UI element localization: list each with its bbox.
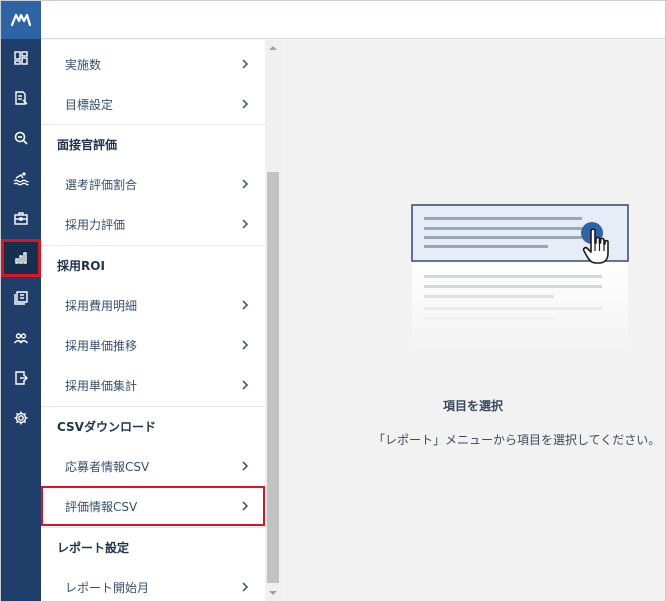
menu-item-applicant-csv[interactable]: 応募者情報CSV [41, 446, 265, 486]
chevron-right-icon [242, 219, 249, 229]
menu-item-label: 応募者情報CSV [65, 459, 150, 474]
rail-export-button[interactable] [1, 359, 41, 397]
menu-item-unit-cost-summary[interactable]: 採用単価集計 [41, 365, 265, 405]
rail-tickets-button[interactable] [1, 279, 41, 317]
gear-icon [14, 411, 28, 425]
menu-item-label: 評価情報CSV [65, 499, 138, 514]
triangle-down-icon [269, 591, 277, 595]
menu-item-hiring-power[interactable]: 採用力評価 [41, 204, 265, 244]
menu-item-label: 選考評価割合 [65, 177, 138, 192]
menu-item-label: 採用単価推移 [65, 338, 138, 353]
chevron-right-icon [242, 99, 249, 109]
icon-rail [1, 1, 41, 601]
chevron-right-icon [242, 340, 249, 350]
menu-item-selection-ratio[interactable]: 選考評価割合 [41, 164, 265, 204]
menu-item-goal-setting[interactable]: 目標設定 [41, 84, 265, 124]
section-label: レポート設定 [57, 541, 130, 555]
tickets-icon [14, 291, 28, 305]
scroll-down-arrow[interactable] [265, 585, 281, 601]
menu-item-unit-cost-trend[interactable]: 採用単価推移 [41, 325, 265, 365]
bar-chart-icon [15, 252, 27, 264]
menu-item-cost-details[interactable]: 採用費用明細 [41, 285, 265, 325]
menu-item-label: 実施数 [65, 57, 102, 72]
export-icon [15, 371, 28, 385]
section-csv-download: CSVダウンロード [41, 406, 265, 446]
swimmer-icon [13, 172, 29, 186]
menu-item-label: 目標設定 [65, 97, 114, 112]
empty-state-title: 項目を選択 [442, 399, 503, 413]
chevron-right-icon [242, 582, 249, 592]
rail-document-button[interactable] [1, 79, 41, 117]
triangle-up-icon [269, 46, 277, 50]
menu-item-label: レポート開始月 [65, 580, 150, 595]
rail-briefcase-button[interactable] [1, 199, 41, 237]
menu-item-report-start-month[interactable]: レポート開始月 [41, 567, 265, 601]
briefcase-icon [14, 212, 28, 225]
search-icon [14, 131, 28, 145]
top-header [41, 1, 665, 39]
report-content-area: 項目を選択 「レポート」メニューから項目を選択してください。 [281, 40, 665, 601]
chevron-right-icon [242, 501, 249, 511]
rail-settings-button[interactable] [1, 399, 41, 437]
section-label: 面接官評価 [57, 138, 118, 152]
rail-users-button[interactable] [1, 319, 41, 357]
rail-dashboard-button[interactable] [1, 39, 41, 77]
section-interviewer-evaluation: 面接官評価 [41, 124, 265, 164]
menu-item-implementation-count[interactable]: 実施数 [41, 44, 265, 84]
chevron-right-icon [242, 461, 249, 471]
menu-item-label: 採用力評価 [65, 217, 126, 232]
report-menu: 実施数 目標設定 面接官評価 選考評価割合 採用力評価 採用ROI 採用費用明細… [41, 40, 265, 601]
menu-item-label: 採用単価集計 [65, 378, 138, 393]
section-label: CSVダウンロード [57, 420, 156, 434]
section-hiring-roi: 採用ROI [41, 245, 265, 285]
users-icon [13, 333, 29, 344]
rail-swim-button[interactable] [1, 159, 41, 197]
select-item-illustration [411, 204, 629, 353]
section-label: 採用ROI [57, 259, 105, 273]
chevron-right-icon [242, 59, 249, 69]
rail-report-button[interactable] [1, 239, 41, 277]
section-report-settings: レポート設定 [41, 527, 265, 567]
menu-item-label: 採用費用明細 [65, 298, 138, 313]
scroll-up-arrow[interactable] [265, 40, 281, 56]
chevron-right-icon [242, 300, 249, 310]
chevron-right-icon [242, 380, 249, 390]
empty-state-description: 「レポート」メニューから項目を選択してください。 [373, 433, 661, 447]
chevron-right-icon [242, 179, 249, 189]
menu-scrollbar[interactable] [265, 40, 281, 601]
scroll-thumb[interactable] [267, 172, 279, 583]
document-edit-icon [15, 91, 28, 105]
logo[interactable] [1, 1, 41, 39]
menu-item-evaluation-csv[interactable]: 評価情報CSV [41, 486, 265, 526]
logo-icon [11, 13, 31, 27]
rail-search-button[interactable] [1, 119, 41, 157]
dashboard-icon [14, 51, 28, 65]
